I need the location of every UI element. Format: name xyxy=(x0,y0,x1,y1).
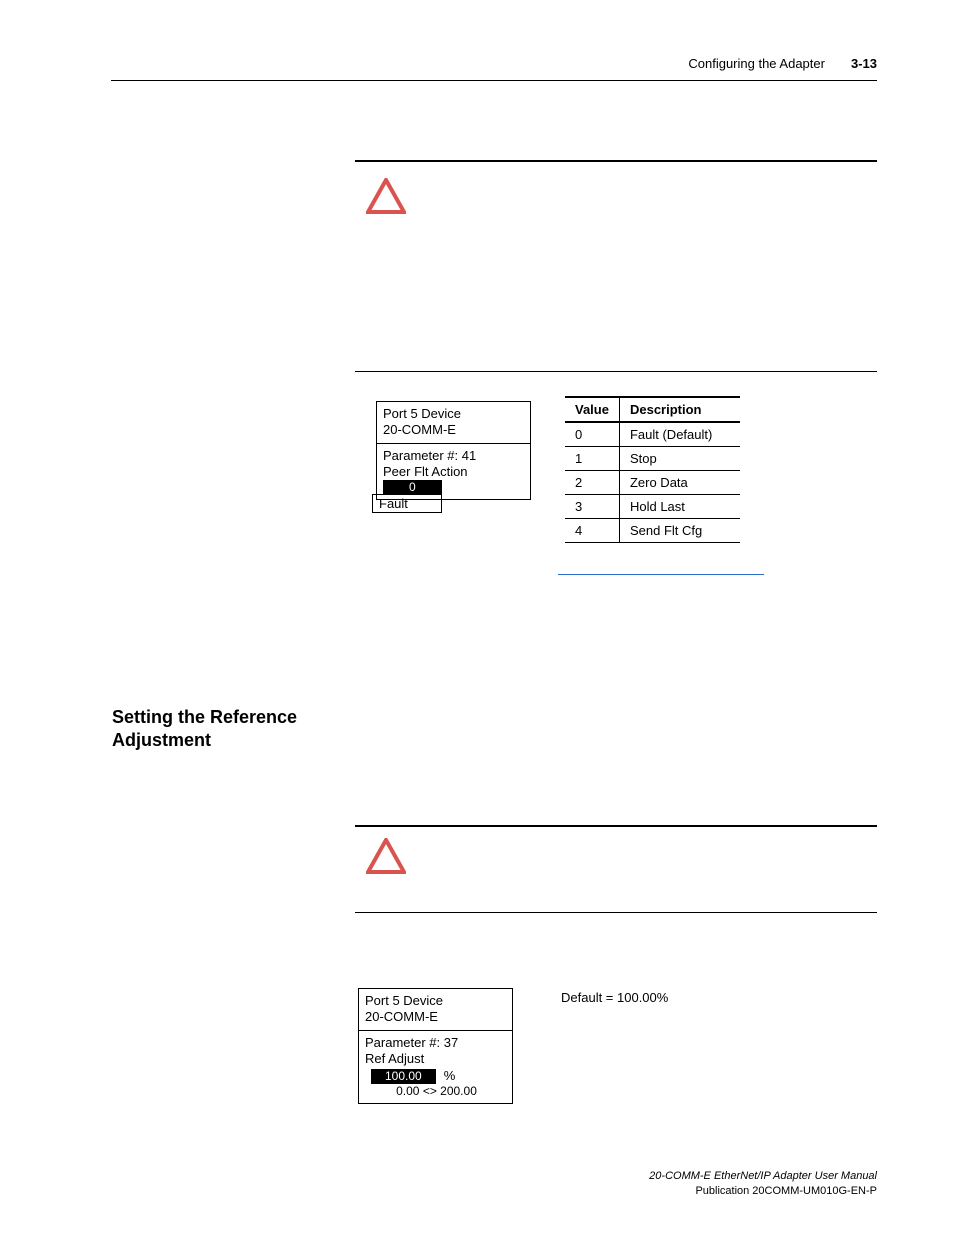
him-screen-peer-flt: Port 5 Device 20-COMM-E Parameter #: 41 … xyxy=(376,401,531,500)
attention-icon xyxy=(366,838,406,879)
table-cell-desc: Send Flt Cfg xyxy=(619,519,740,543)
table-cell-value: 3 xyxy=(565,495,619,519)
attention-bottom-rule-2 xyxy=(355,912,877,913)
header-rule xyxy=(111,80,877,81)
him1-value: 0 xyxy=(383,480,442,495)
table-cell-value: 4 xyxy=(565,519,619,543)
table-header-value: Value xyxy=(565,397,619,422)
him2-range: 0.00 <> 200.00 xyxy=(365,1084,508,1099)
him1-status-label: Fault xyxy=(372,494,442,513)
him2-unit: % xyxy=(444,1068,456,1083)
him2-model-line: 20-COMM-E xyxy=(365,1009,508,1025)
footer-publication: Publication 20COMM-UM010G-EN-P xyxy=(649,1184,877,1198)
attention-top-rule-2 xyxy=(355,825,877,827)
footer-manual-title: 20-COMM-E EtherNet/IP Adapter User Manua… xyxy=(649,1169,877,1183)
table-cell-desc: Fault (Default) xyxy=(619,422,740,447)
default-value-text: Default = 100.00% xyxy=(561,990,668,1005)
him1-param-line: Parameter #: 41 xyxy=(383,448,526,464)
him2-name-line: Ref Adjust xyxy=(365,1051,508,1067)
attention-top-rule-1 xyxy=(355,160,877,162)
him1-port-line: Port 5 Device xyxy=(383,406,526,422)
table-row: 2 Zero Data xyxy=(565,471,740,495)
peer-flt-value-table: Value Description 0 Fault (Default) 1 St… xyxy=(565,396,740,543)
table-row: 3 Hold Last xyxy=(565,495,740,519)
table-row: 0 Fault (Default) xyxy=(565,422,740,447)
him-screen-ref-adjust: Port 5 Device 20-COMM-E Parameter #: 37 … xyxy=(358,988,513,1104)
him1-model-line: 20-COMM-E xyxy=(383,422,526,438)
him2-port-line: Port 5 Device xyxy=(365,993,508,1009)
him2-param-line: Parameter #: 37 xyxy=(365,1035,508,1051)
table-cell-desc: Zero Data xyxy=(619,471,740,495)
table-row: 1 Stop xyxy=(565,447,740,471)
table-cell-value: 1 xyxy=(565,447,619,471)
him1-name-line: Peer Flt Action xyxy=(383,464,526,480)
table-row: 4 Send Flt Cfg xyxy=(565,519,740,543)
table-cell-desc: Hold Last xyxy=(619,495,740,519)
blue-rule xyxy=(558,574,764,575)
table-header-description: Description xyxy=(619,397,740,422)
attention-bottom-rule-1 xyxy=(355,371,877,372)
table-cell-desc: Stop xyxy=(619,447,740,471)
section-heading-ref-adjust: Setting the Reference Adjustment xyxy=(112,706,322,751)
page-footer: 20-COMM-E EtherNet/IP Adapter User Manua… xyxy=(649,1169,877,1198)
table-cell-value: 0 xyxy=(565,422,619,447)
table-cell-value: 2 xyxy=(565,471,619,495)
header-section-title: Configuring the Adapter xyxy=(688,56,825,71)
attention-icon xyxy=(366,178,406,214)
header-page-number: 3-13 xyxy=(851,56,877,71)
him2-value: 100.00 xyxy=(371,1069,436,1084)
